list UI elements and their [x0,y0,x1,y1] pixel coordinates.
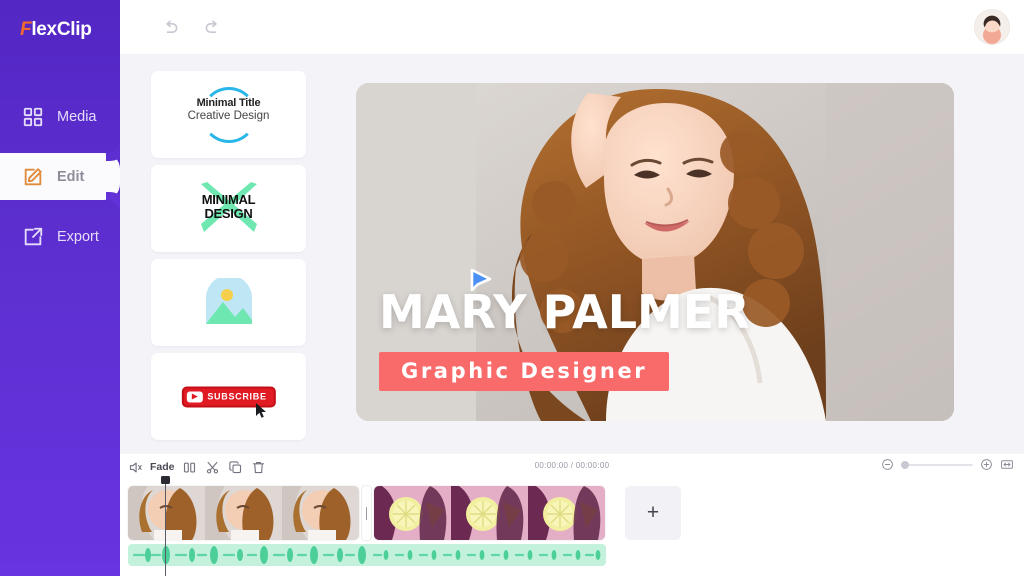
template-subtitle: DESIGN [204,206,253,221]
clip-frame [282,486,359,540]
zoom-slider-handle[interactable] [901,460,909,469]
fit-to-screen-icon[interactable] [1000,458,1014,471]
app-logo[interactable]: F lexClip [20,19,92,41]
timeline-panel: Fade 00:00:00 / 00:00:00 + [120,454,1024,576]
clip-frame [528,486,605,540]
canvas-subtitle-text[interactable]: Graphic Designer [379,352,670,391]
sidebar-nav: Media Edit Export [0,93,120,273]
avatar[interactable] [974,9,1010,45]
clip-thumbnail [205,486,282,540]
template-card-minimal-design[interactable]: MINIMAL DESIGN [151,165,306,252]
zoom-out-icon[interactable] [881,458,894,471]
flexclip-editor: F lexClip Media Edit Export Minimal Titl… [0,0,1024,576]
sidebar-item-export[interactable]: Export [0,213,120,260]
template-subtitle: Creative Design [187,110,270,122]
clip-thumbnail [128,486,205,540]
top-toolbar [120,0,1024,54]
template-card-image-placeholder[interactable] [151,259,306,346]
video-track: + [128,486,681,540]
zoom-slider[interactable] [901,460,973,469]
clip-frame [451,486,528,540]
clip-trim-handle[interactable] [362,486,371,540]
add-clip-button[interactable]: + [625,486,681,540]
youtube-play-icon [186,391,203,402]
sidebar-item-label: Export [57,228,99,245]
template-title: Minimal Title [196,97,261,109]
avatar-image [975,10,1009,44]
sidebar: F lexClip Media Edit Export [0,0,120,576]
timeline-toolbar: Fade 00:00:00 / 00:00:00 [120,454,1024,480]
template-list: Minimal Title Creative Design MINIMAL DE… [151,71,306,447]
sidebar-item-label: Edit [57,168,85,185]
clip-frame [128,486,205,540]
cursor-arrow-icon [256,403,266,418]
image-placeholder-icon [205,277,252,324]
video-canvas[interactable]: MARY PALMER Graphic Designer [356,83,954,421]
clip-frame [205,486,282,540]
playhead-handle[interactable] [161,476,170,484]
work-area: Minimal Title Creative Design MINIMAL DE… [120,54,1024,454]
logo-mark: F [20,19,32,40]
audio-track[interactable] [128,544,606,566]
timeline-tracks: + [120,476,1024,576]
cursor-pointer-icon [470,268,492,292]
redo-icon [205,20,217,34]
canvas-title-text[interactable]: MARY PALMER [379,289,750,335]
grid-icon [22,106,44,128]
zoom-controls [881,458,1014,471]
logo-text: lexClip [31,19,92,40]
subscribe-label: SUBSCRIBE [207,391,267,402]
undo-button[interactable] [156,14,184,42]
timeline-clip-1[interactable] [128,486,359,540]
timeline-clip-2[interactable] [374,486,605,540]
sidebar-item-label: Media [57,108,97,125]
zoom-in-icon[interactable] [980,458,993,471]
clip-thumbnail [282,486,359,540]
pencil-square-icon [22,166,44,188]
redo-button[interactable] [199,14,227,42]
template-title: MINIMAL [201,192,256,207]
clip-frame [374,486,451,540]
clip-thumbnail [374,486,451,540]
audio-waveform [132,546,601,564]
sidebar-item-media[interactable]: Media [0,93,120,140]
clip-thumbnail [451,486,528,540]
clip-thumbnail [528,486,605,540]
undo-icon [166,20,178,34]
template-card-minimal-title[interactable]: Minimal Title Creative Design [151,71,306,158]
playhead[interactable] [161,476,170,576]
sidebar-item-edit[interactable]: Edit [0,153,120,200]
template-card-subscribe[interactable]: SUBSCRIBE [151,353,306,440]
export-arrow-icon [22,226,44,248]
